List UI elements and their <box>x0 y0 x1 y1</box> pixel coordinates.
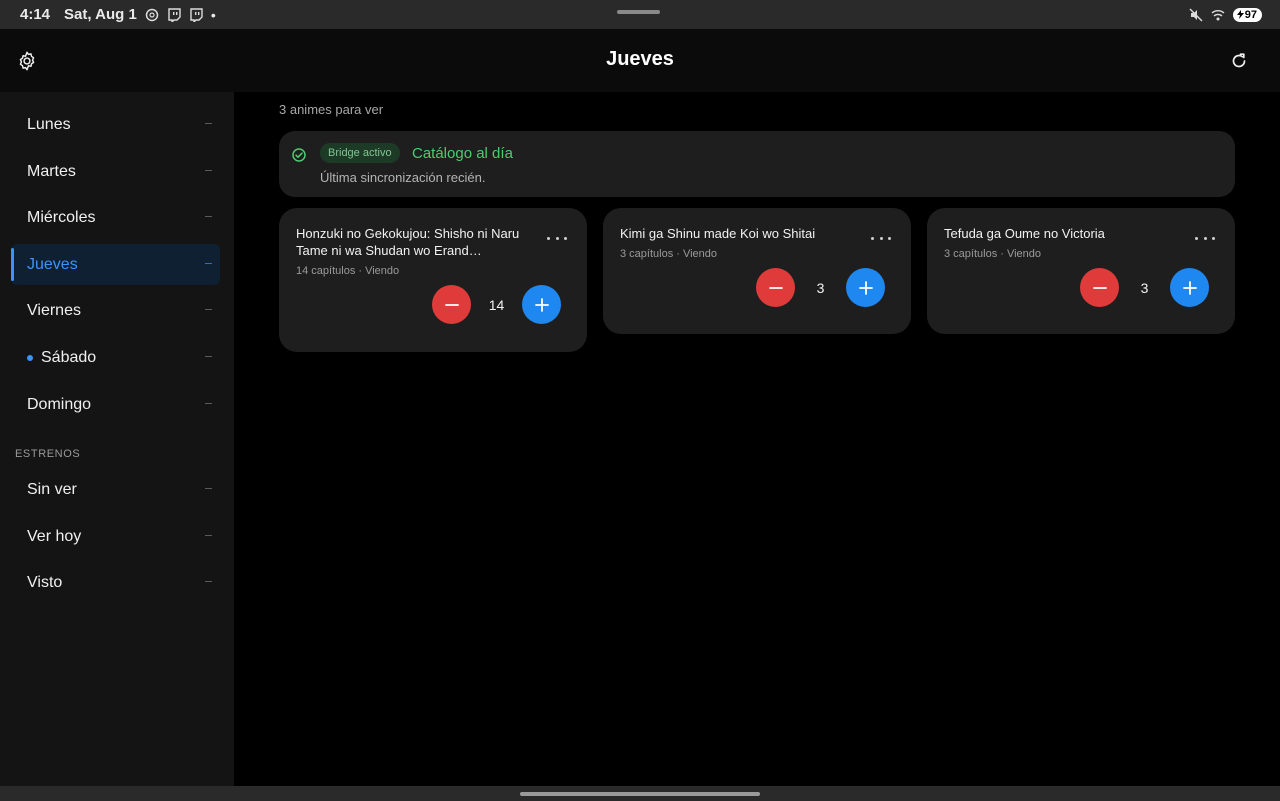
plus-icon <box>1182 280 1197 295</box>
section-label-estrenos: ESTRENOS <box>15 448 81 460</box>
sidebar-item-jueves[interactable]: Jueves <box>11 244 220 285</box>
episode-count: 14 <box>488 296 505 313</box>
anime-card[interactable]: Tefuda ga Oume no Victoria 3 capítulos ·… <box>927 208 1235 334</box>
sidebar-item-visto[interactable]: Visto <box>11 562 220 603</box>
sidebar-item-domingo[interactable]: Domingo <box>11 384 220 425</box>
increment-button[interactable] <box>522 285 561 324</box>
dot-icon <box>555 236 559 240</box>
anime-count: 3 animes para ver <box>279 102 384 117</box>
decrement-button[interactable] <box>756 268 795 307</box>
sidebar-item-label: Miércoles <box>27 208 96 226</box>
minus-icon <box>1092 286 1107 289</box>
anime-title: Honzuki no Gekokujou: Shisho ni Naru Tam… <box>296 226 520 258</box>
dot-icon <box>1203 236 1207 240</box>
sidebar-item-miercoles[interactable]: Miércoles <box>11 197 220 238</box>
home-indicator[interactable] <box>520 792 760 796</box>
episode-stepper: 14 <box>432 285 561 324</box>
dot-icon <box>888 236 891 240</box>
twitch-notification-icon <box>167 7 181 22</box>
sidebar-item-label: Domingo <box>27 395 92 413</box>
status-bar: 4:14 Sat, Aug 1 • 97 <box>0 0 1280 29</box>
anime-title: Kimi ga Shinu made Koi wo Shitai <box>620 226 816 241</box>
more-options-button[interactable] <box>871 233 891 243</box>
decrement-button[interactable] <box>432 285 471 324</box>
dot-icon <box>1195 236 1198 240</box>
sidebar-item-label: Ver hoy <box>27 527 82 545</box>
episode-count: 3 <box>1140 279 1149 296</box>
window-drag-handle[interactable] <box>617 10 660 14</box>
sidebar-item-label: Martes <box>27 162 76 180</box>
count-placeholder <box>205 263 212 264</box>
twitch-notification-icon <box>189 7 203 22</box>
sidebar-item-lunes[interactable]: Lunes <box>11 104 220 145</box>
app-header: Jueves <box>0 29 1280 92</box>
sidebar-item-sabado[interactable]: Sábado <box>11 337 220 378</box>
refresh-icon <box>1232 53 1246 68</box>
anime-title: Tefuda ga Oume no Victoria <box>944 226 1105 241</box>
sidebar-item-martes[interactable]: Martes <box>11 151 220 192</box>
sidebar-item-sin-ver[interactable]: Sin ver <box>11 469 220 510</box>
count-placeholder <box>205 403 212 404</box>
count-placeholder <box>205 309 212 310</box>
check-circle-icon <box>292 148 306 162</box>
sidebar-item-viernes[interactable]: Viernes <box>11 290 220 331</box>
decrement-button[interactable] <box>1080 268 1119 307</box>
sidebar-item-label: Viernes <box>27 301 81 319</box>
sidebar-item-label: Jueves <box>27 255 78 273</box>
more-options-button[interactable] <box>547 233 567 243</box>
sync-title: Catálogo al día <box>412 145 513 162</box>
count-placeholder <box>205 581 212 582</box>
dot-icon <box>1212 236 1215 240</box>
page-title: Jueves <box>606 48 674 70</box>
minus-icon <box>444 303 459 306</box>
status-time: 4:14 <box>20 6 51 23</box>
sync-status-card: Bridge activo Catálogo al día Última sin… <box>279 131 1235 197</box>
status-date: Sat, Aug 1 <box>64 6 137 23</box>
count-placeholder <box>205 216 212 217</box>
minus-icon <box>768 286 783 289</box>
plus-icon <box>858 280 873 295</box>
episode-stepper: 3 <box>1080 268 1209 307</box>
increment-button[interactable] <box>1170 268 1209 307</box>
mute-icon <box>1189 8 1203 22</box>
dot-icon <box>879 236 883 240</box>
anime-card[interactable]: Honzuki no Gekokujou: Shisho ni Naru Tam… <box>279 208 587 352</box>
anime-meta: 3 capítulos · Viendo <box>944 248 1042 260</box>
main-content: 3 animes para ver Bridge activo Catálogo… <box>234 92 1280 786</box>
battery-level: 97 <box>1244 8 1257 21</box>
wifi-icon <box>1211 8 1225 22</box>
sidebar-item-label: Lunes <box>27 115 71 133</box>
count-placeholder <box>205 123 212 124</box>
today-indicator-dot <box>27 354 33 361</box>
sidebar: Lunes Martes Miércoles Jueves Viernes Sá… <box>0 92 234 786</box>
count-placeholder <box>205 356 212 357</box>
episode-count: 3 <box>816 279 825 296</box>
sidebar-item-label: Sábado <box>41 348 97 366</box>
count-placeholder <box>205 170 212 171</box>
chatgpt-notification-icon <box>145 8 159 22</box>
navigation-bar <box>0 786 1280 801</box>
charging-bolt-icon <box>1236 10 1244 19</box>
sidebar-item-ver-hoy[interactable]: Ver hoy <box>11 516 220 557</box>
sync-subtitle: Última sincronización recién. <box>320 170 486 185</box>
status-badge: Bridge activo <box>320 143 400 163</box>
anime-meta: 3 capítulos · Viendo <box>620 248 718 260</box>
dot-icon <box>871 236 874 240</box>
count-placeholder <box>205 488 212 489</box>
anime-meta: 14 capítulos · Viendo <box>296 265 400 277</box>
episode-stepper: 3 <box>756 268 885 307</box>
battery-indicator: 97 <box>1232 7 1262 22</box>
sidebar-item-label: Sin ver <box>27 480 77 498</box>
plus-icon <box>534 297 549 312</box>
dot-icon <box>547 236 550 240</box>
count-placeholder <box>205 535 212 536</box>
anime-card[interactable]: Kimi ga Shinu made Koi wo Shitai 3 capít… <box>603 208 911 334</box>
more-notifications-dot: • <box>210 6 216 23</box>
refresh-button[interactable] <box>1228 50 1250 72</box>
increment-button[interactable] <box>846 268 885 307</box>
dot-icon <box>564 236 567 240</box>
sidebar-item-label: Visto <box>27 573 63 591</box>
more-options-button[interactable] <box>1195 233 1215 243</box>
